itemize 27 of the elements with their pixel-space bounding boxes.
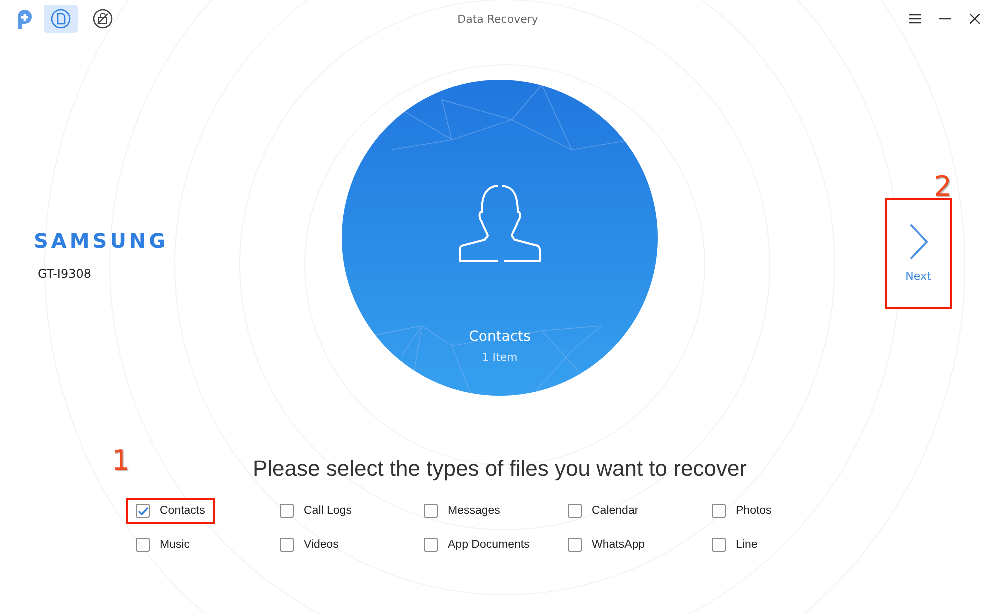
file-type-checkbox[interactable]: Videos — [270, 532, 349, 558]
next-button[interactable]: Next — [885, 198, 952, 308]
file-type-checkbox[interactable]: Contacts — [126, 498, 216, 524]
file-type-checkbox[interactable]: Music — [126, 532, 200, 558]
device-brand: SAMSUNG — [34, 229, 170, 253]
close-icon — [970, 14, 980, 24]
chevron-right-icon — [908, 224, 928, 260]
lock-icon — [92, 8, 114, 30]
device-model: GT-I9308 — [37, 267, 93, 281]
file-type-checkbox[interactable]: Line — [702, 532, 768, 558]
file-type-checkbox[interactable]: Calendar — [558, 498, 649, 524]
menu-icon — [909, 14, 922, 24]
menu-button[interactable] — [908, 12, 922, 26]
step-marker: 1 — [112, 444, 130, 477]
preview-count: 1 Item — [482, 351, 518, 364]
file-refresh-icon — [50, 8, 72, 30]
file-type-checkbox[interactable]: App Documents — [414, 532, 540, 558]
minimize-icon — [939, 18, 952, 20]
file-type-checkbox[interactable]: Messages — [414, 498, 510, 524]
preview-label: Contacts — [469, 329, 531, 345]
window-title: Data Recovery — [458, 12, 538, 26]
file-type-checkbox[interactable]: Call Logs — [270, 498, 362, 524]
close-button[interactable] — [968, 12, 982, 26]
file-type-checkbox[interactable]: Photos — [702, 498, 782, 524]
checkmark-icon — [138, 506, 148, 516]
file-type-checkbox[interactable]: WhatsApp — [558, 532, 656, 558]
prompt-text: Please select the types of files you want to recover — [252, 456, 748, 482]
